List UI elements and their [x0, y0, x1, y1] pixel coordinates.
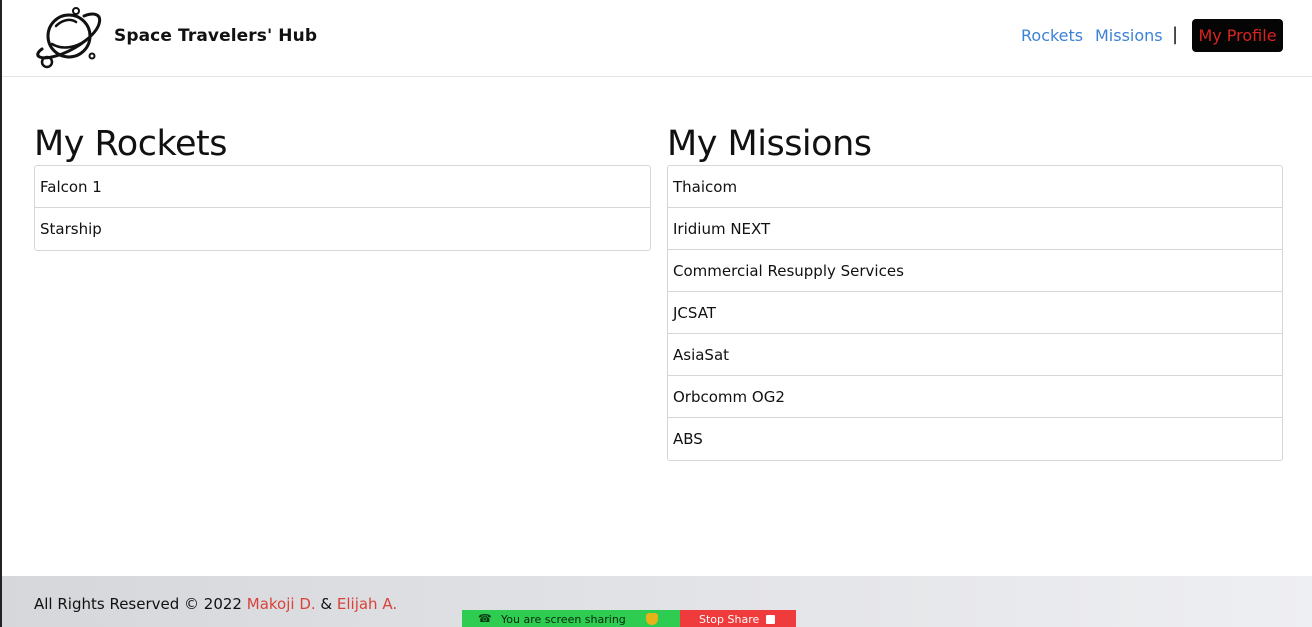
rocket-list-item: Falcon 1 [35, 166, 650, 208]
header: Space Travelers' Hub Rockets Missions | … [2, 0, 1312, 77]
phone-icon: ☎ [478, 612, 492, 625]
stop-share-label: Stop Share [699, 613, 760, 626]
nav-link-my-profile[interactable]: My Profile [1192, 19, 1283, 52]
mission-list-item: AsiaSat [668, 334, 1282, 376]
mission-list-item: Thaicom [668, 166, 1282, 208]
screen-share-bar: ☎ You are screen sharing Stop Share [462, 610, 796, 627]
mission-list-item: Iridium NEXT [668, 208, 1282, 250]
screen-sharing-label: You are screen sharing [501, 613, 626, 626]
mission-list-item: ABS [673, 430, 703, 448]
nav-link-missions[interactable]: Missions [1095, 26, 1163, 45]
footer-prefix: All Rights Reserved © 2022 [34, 595, 247, 613]
author-link-elijah[interactable]: Elijah A. [337, 595, 397, 613]
missions-list: Thaicom Iridium NEXT Commercial Resupply… [667, 165, 1283, 461]
mission-list-item: JCSAT [668, 292, 1282, 334]
my-rockets-title: My Rockets [34, 124, 227, 164]
stop-square-icon [766, 615, 775, 624]
shield-icon [646, 613, 658, 625]
rocket-list-item: Starship [40, 220, 102, 238]
mission-list-item: Orbcomm OG2 [668, 376, 1282, 418]
footer-joiner: & [315, 595, 337, 613]
site-title: Space Travelers' Hub [114, 26, 318, 46]
mission-list-item: Commercial Resupply Services [668, 250, 1282, 292]
nav-separator: | [1172, 24, 1179, 45]
stop-share-button[interactable]: Stop Share [680, 610, 796, 627]
planet-logo-icon[interactable] [32, 4, 102, 70]
rockets-list: Falcon 1 Starship [34, 165, 651, 251]
author-link-makoji[interactable]: Makoji D. [247, 595, 316, 613]
screen-sharing-status: ☎ You are screen sharing [462, 610, 680, 627]
nav-link-rockets[interactable]: Rockets [1021, 26, 1083, 45]
footer-text: All Rights Reserved © 2022 Makoji D. & E… [34, 595, 397, 613]
my-missions-title: My Missions [667, 124, 872, 164]
